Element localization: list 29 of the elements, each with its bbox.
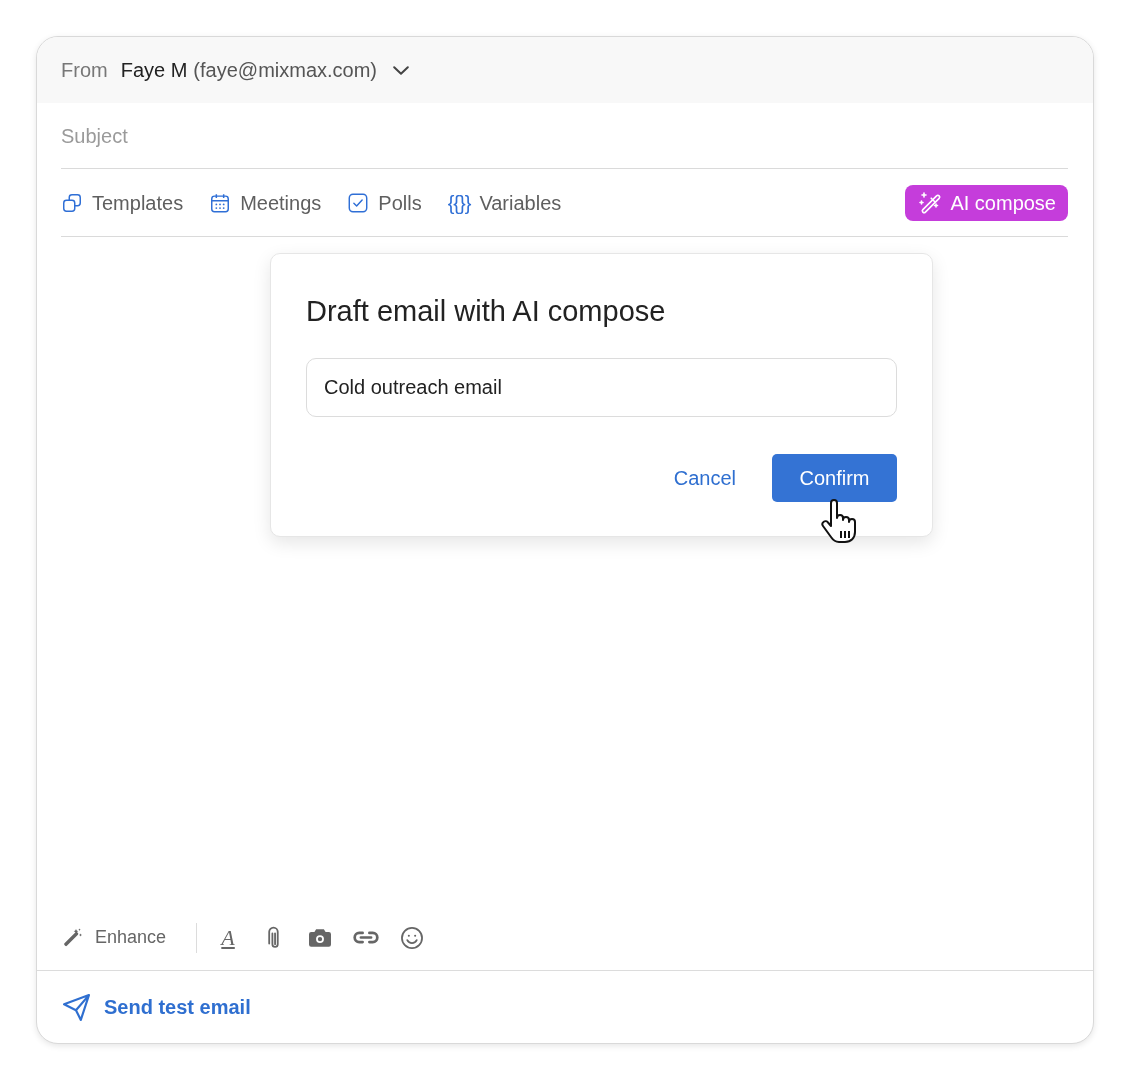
- dialog-title: Draft email with AI compose: [306, 294, 667, 329]
- cancel-button[interactable]: Cancel: [673, 463, 736, 493]
- paperclip-icon: [268, 925, 281, 950]
- chevron-down-icon[interactable]: [393, 65, 409, 75]
- subject-field[interactable]: Subject: [61, 120, 1068, 151]
- checkbox-icon: [347, 191, 370, 214]
- camera-icon: [309, 928, 332, 947]
- variables-button[interactable]: {{}} Variables: [447, 187, 562, 218]
- meetings-button[interactable]: Meetings: [209, 187, 322, 218]
- braces-icon: {{}}: [447, 187, 471, 218]
- sender-email: (faye@mixmax.com): [193, 58, 377, 83]
- from-label: From: [61, 58, 108, 83]
- ai-compose-button[interactable]: AI compose: [905, 184, 1068, 221]
- smiley-icon: [401, 926, 424, 949]
- paper-plane-icon: [63, 993, 90, 1021]
- confirm-button[interactable]: Confirm: [772, 454, 897, 502]
- link-icon: [353, 931, 380, 944]
- templates-button[interactable]: Templates: [61, 187, 184, 218]
- emoji-button[interactable]: [399, 924, 426, 951]
- templates-icon: [61, 191, 83, 214]
- text-format-button[interactable]: A: [215, 924, 242, 951]
- magic-wand-icon: [63, 927, 83, 948]
- calendar-icon: [209, 191, 232, 214]
- enhance-button[interactable]: Enhance: [63, 924, 167, 951]
- prompt-input[interactable]: Cold outreach email: [306, 358, 897, 417]
- send-test-email-button[interactable]: Send test email: [63, 992, 251, 1022]
- sender-name: Faye M: [120, 58, 188, 83]
- magic-wand-icon: [918, 190, 943, 215]
- polls-button[interactable]: Polls: [347, 187, 422, 218]
